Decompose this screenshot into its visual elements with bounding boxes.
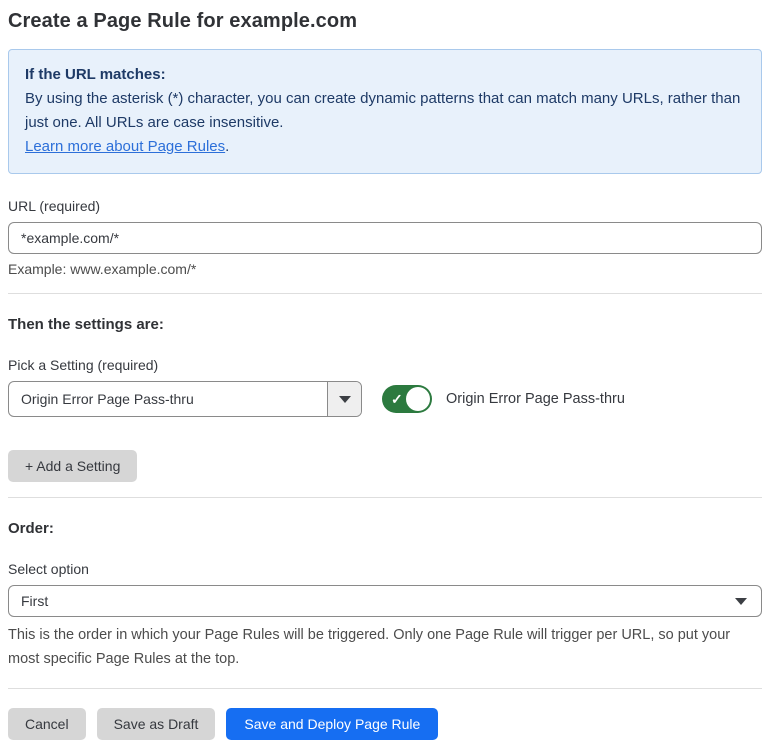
url-input[interactable] bbox=[8, 222, 762, 254]
setting-select-value: Origin Error Page Pass-thru bbox=[21, 391, 194, 407]
learn-more-link[interactable]: Learn more about Page Rules bbox=[25, 138, 225, 155]
chevron-down-icon bbox=[735, 597, 747, 605]
divider bbox=[8, 293, 762, 294]
divider bbox=[8, 688, 762, 689]
setting-select-arrow-button[interactable] bbox=[327, 382, 361, 416]
add-setting-button[interactable]: + Add a Setting bbox=[8, 450, 138, 482]
setting-select[interactable]: Origin Error Page Pass-thru bbox=[8, 381, 362, 417]
chevron-down-icon bbox=[338, 395, 351, 403]
url-example-text: Example: www.example.com/* bbox=[8, 261, 197, 277]
link-period: . bbox=[225, 138, 230, 155]
url-field-label: URL (required) bbox=[8, 198, 101, 214]
settings-section-heading: Then the settings are: bbox=[8, 316, 164, 333]
order-select-value: First bbox=[21, 593, 49, 609]
save-as-draft-button[interactable]: Save as Draft bbox=[96, 708, 216, 740]
page-title: Create a Page Rule for example.com bbox=[8, 10, 358, 32]
toggle-knob bbox=[406, 387, 430, 411]
origin-error-page-toggle[interactable]: ✓ bbox=[382, 385, 432, 413]
setting-row: Origin Error Page Pass-thru ✓ Origin Err… bbox=[8, 381, 762, 417]
order-description: This is the order in which your Page Rul… bbox=[8, 627, 731, 667]
setting-picker-label: Pick a Setting (required) bbox=[8, 357, 159, 373]
save-and-deploy-button[interactable]: Save and Deploy Page Rule bbox=[226, 708, 439, 740]
cancel-button[interactable]: Cancel bbox=[8, 708, 86, 740]
setting-toggle-group: ✓ Origin Error Page Pass-thru bbox=[382, 385, 625, 413]
order-section-heading: Order: bbox=[8, 520, 54, 537]
setting-toggle-label: Origin Error Page Pass-thru bbox=[446, 391, 625, 407]
url-match-info-box: If the URL matches: By using the asteris… bbox=[8, 49, 762, 174]
check-icon: ✓ bbox=[391, 391, 403, 407]
order-select[interactable]: First bbox=[8, 585, 762, 617]
order-select-label: Select option bbox=[8, 561, 89, 577]
info-box-heading: If the URL matches: bbox=[25, 66, 166, 83]
info-box-body: By using the asterisk (*) character, you… bbox=[25, 90, 741, 131]
divider bbox=[8, 497, 762, 498]
footer-actions: Cancel Save as Draft Save and Deploy Pag… bbox=[8, 708, 762, 740]
